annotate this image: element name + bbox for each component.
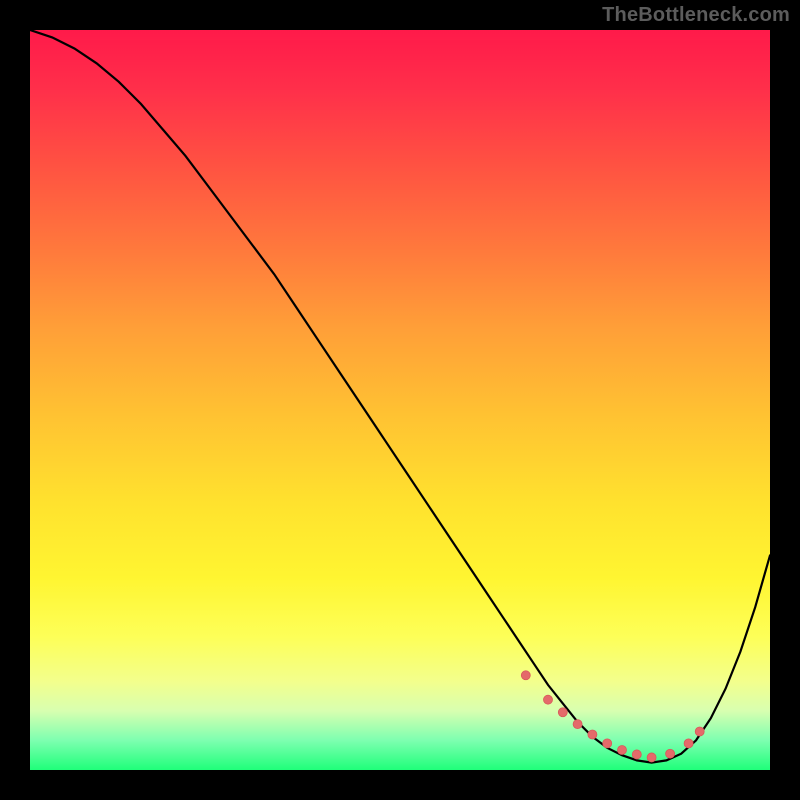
marker-dot — [632, 750, 641, 759]
marker-dot — [666, 749, 675, 758]
marker-dot — [618, 746, 627, 755]
marker-dot — [521, 671, 530, 680]
marker-dot — [573, 720, 582, 729]
bottleneck-curve — [30, 30, 770, 763]
marker-dot — [647, 753, 656, 762]
marker-dot — [695, 727, 704, 736]
marker-dot — [684, 739, 693, 748]
marker-dot — [603, 739, 612, 748]
marker-dot — [588, 730, 597, 739]
chart-area — [30, 30, 770, 770]
watermark: TheBottleneck.com — [602, 4, 790, 27]
marker-dot — [558, 708, 567, 717]
marker-dot — [544, 695, 553, 704]
curve-layer — [30, 30, 770, 770]
